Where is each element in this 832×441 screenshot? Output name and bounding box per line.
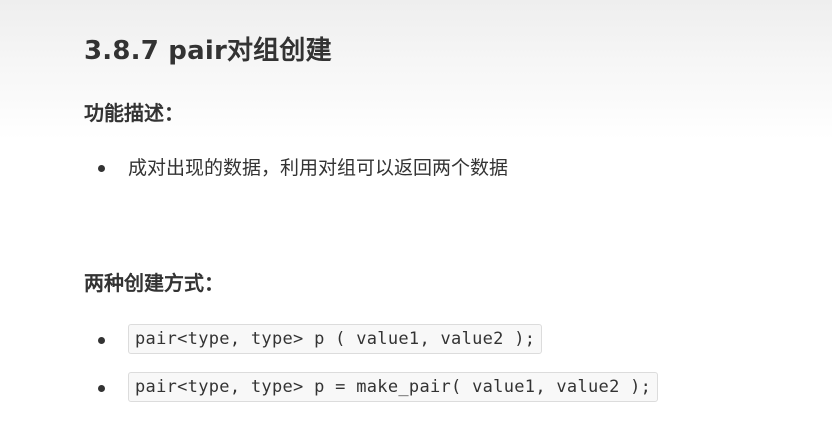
list-item: 成对出现的数据，利用对组可以返回两个数据 [98,155,508,181]
code-snippet-make-pair: pair<type, type> p = make_pair( value1, … [128,372,659,402]
creation-methods-title: 两种创建方式： [84,271,224,295]
creation-methods-list: pair<type, type> p ( value1, value2 ); p… [98,324,659,420]
description-text: 成对出现的数据，利用对组可以返回两个数据 [128,157,509,179]
bullet-icon [98,385,105,392]
description-list: 成对出现的数据，利用对组可以返回两个数据 [98,155,508,181]
description-title: 功能描述： [84,101,184,125]
section-heading: 3.8.7 pair对组创建 [84,36,332,66]
bullet-icon [98,337,105,344]
list-item: pair<type, type> p = make_pair( value1, … [98,372,659,420]
code-snippet-constructor: pair<type, type> p ( value1, value2 ); [128,324,543,354]
list-item: pair<type, type> p ( value1, value2 ); [98,324,658,372]
bullet-icon [98,165,105,172]
